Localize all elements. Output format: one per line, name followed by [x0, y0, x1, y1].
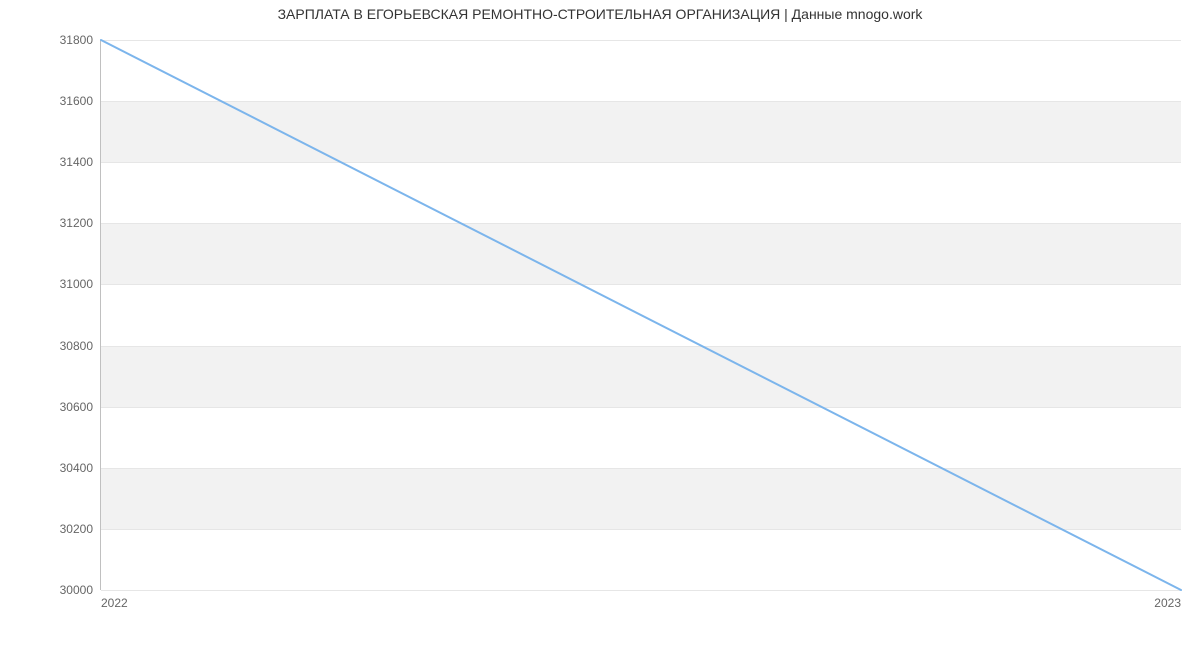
chart-container: ЗАРПЛАТА В ЕГОРЬЕВСКАЯ РЕМОНТНО-СТРОИТЕЛ… — [0, 0, 1200, 650]
y-tick-label: 30600 — [60, 400, 93, 414]
series-layer — [101, 40, 1181, 590]
plot-area: 3000030200304003060030800310003120031400… — [100, 40, 1181, 590]
y-tick-label: 31000 — [60, 277, 93, 291]
x-tick-label: 2022 — [101, 596, 128, 610]
y-tick-label: 31800 — [60, 33, 93, 47]
chart-title: ЗАРПЛАТА В ЕГОРЬЕВСКАЯ РЕМОНТНО-СТРОИТЕЛ… — [0, 6, 1200, 22]
y-tick-label: 30800 — [60, 339, 93, 353]
y-tick-label: 30400 — [60, 461, 93, 475]
x-tick-label: 2023 — [1154, 596, 1181, 610]
y-tick-label: 31200 — [60, 216, 93, 230]
y-gridline — [101, 590, 1181, 591]
series-line — [101, 40, 1181, 590]
y-tick-label: 31400 — [60, 155, 93, 169]
y-tick-label: 30000 — [60, 583, 93, 597]
y-tick-label: 31600 — [60, 94, 93, 108]
y-tick-label: 30200 — [60, 522, 93, 536]
